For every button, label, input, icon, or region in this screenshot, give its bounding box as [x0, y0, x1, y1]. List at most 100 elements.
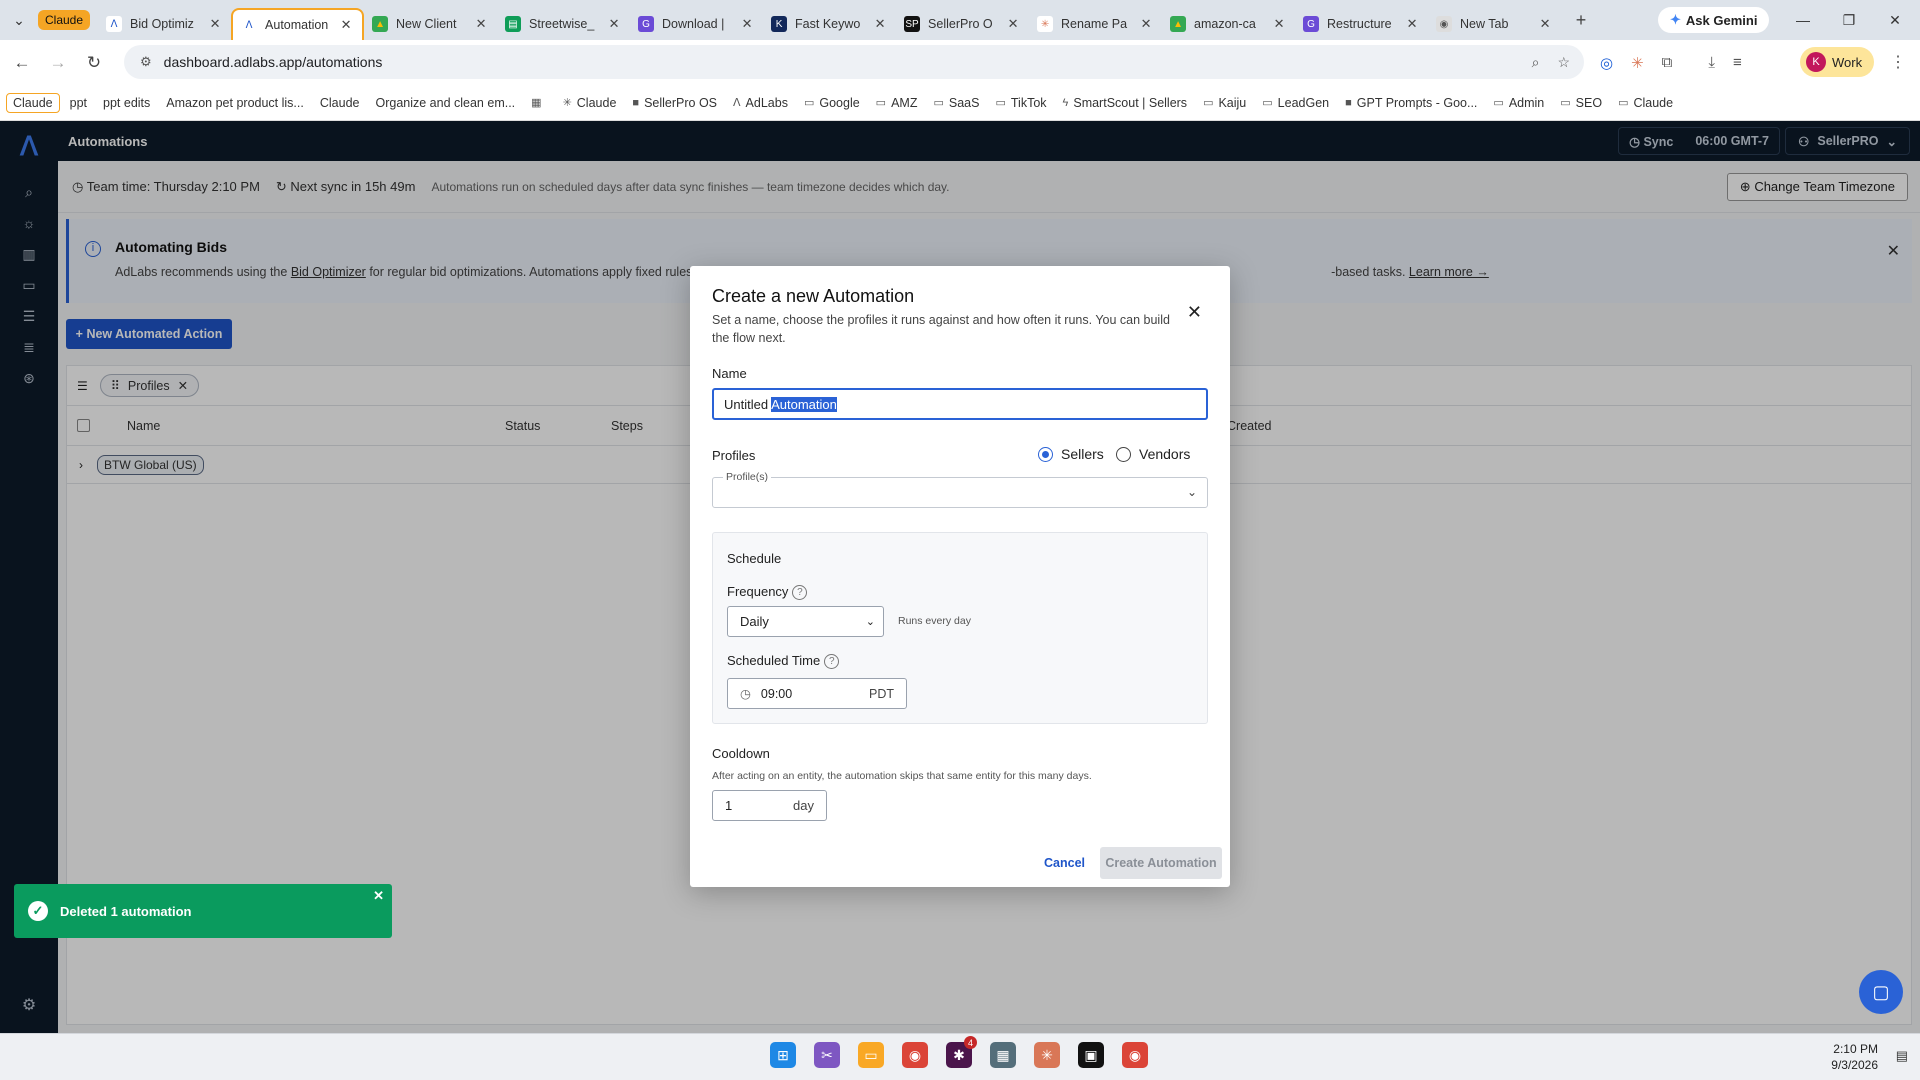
cooldown-input[interactable]: 1 day [712, 790, 827, 821]
cancel-button[interactable]: Cancel [1044, 856, 1085, 870]
slack-icon[interactable]: ✱ 4 [946, 1036, 977, 1068]
create-automation-button[interactable]: Create Automation [1100, 847, 1222, 879]
radio-vendors[interactable]: Vendors [1116, 446, 1190, 462]
bookmark-item[interactable]: ■ GPT Prompts - Goo... [1339, 93, 1483, 113]
bookmark-item[interactable]: Claude [314, 93, 366, 113]
close-tab-icon[interactable]: ✕ [473, 16, 489, 32]
close-toast-icon[interactable]: ✕ [373, 888, 384, 904]
zoom-icon[interactable]: ⌕ [1532, 54, 1540, 71]
bookmark-label: Amazon pet product lis... [166, 95, 304, 110]
calculator-icon[interactable]: ▦ [990, 1042, 1016, 1068]
close-tab-icon[interactable]: ✕ [1138, 16, 1154, 32]
close-tab-icon[interactable]: ✕ [1404, 16, 1420, 32]
bookmark-item[interactable]: ▭ LeadGen [1256, 93, 1335, 113]
capcut-icon[interactable]: ▣ [1078, 1042, 1104, 1068]
snipping-tool-icon[interactable]: ✂ [814, 1042, 840, 1068]
bookmark-item[interactable]: ▭ Kaiju [1197, 93, 1252, 113]
ask-gemini-label: Ask Gemini [1685, 12, 1758, 28]
site-info-icon[interactable]: ⚙ [140, 54, 152, 70]
chat-support-icon[interactable]: ▢ [1859, 970, 1903, 1014]
close-icon[interactable]: ✕ [1187, 302, 1202, 323]
system-clock[interactable]: 2:10 PM 9/3/2026 [1831, 1041, 1878, 1073]
tab-favicon-icon: G [638, 16, 655, 32]
bookmark-item[interactable]: Claude [6, 92, 60, 113]
browser-tab[interactable]: ᐱ Bid Optimiz ✕ [98, 8, 231, 40]
windows-start-icon[interactable]: ⊞ [770, 1042, 796, 1068]
new-tab-button[interactable]: + [1565, 10, 1597, 31]
bookmark-label: Claude [1633, 95, 1674, 110]
browser-tab[interactable]: ▲ amazon-ca ✕ [1162, 8, 1295, 40]
browser-tab[interactable]: ᐱ Automation ✕ [231, 8, 365, 40]
bookmark-item[interactable]: ▦ [525, 93, 552, 112]
frequency-select[interactable]: Daily ⌄ [727, 606, 884, 637]
restore-icon[interactable]: ❐ [1826, 12, 1872, 29]
notification-icon[interactable]: ▤ [1896, 1048, 1908, 1064]
browser-tab[interactable]: G Restructure ✕ [1295, 8, 1428, 40]
bookmark-icon: ■ [632, 96, 640, 109]
browser-tab[interactable]: ▤ Streetwise_ ✕ [497, 8, 630, 40]
close-window-icon[interactable]: ✕ [1872, 12, 1918, 29]
bookmark-label: LeadGen [1277, 95, 1330, 110]
download-icon[interactable]: ⤓ [1708, 54, 1715, 71]
browser-menu-icon[interactable]: ⋮ [1890, 52, 1906, 72]
name-input[interactable]: Untitled Automation [712, 388, 1208, 420]
profiles-select[interactable]: Profile(s) ⌄ [712, 471, 1208, 508]
bookmark-star-icon[interactable]: ☆ [1557, 54, 1570, 71]
tab-search-chevron-icon[interactable]: ⌄ [0, 0, 38, 40]
browser-tab[interactable]: ✳ Rename Pa ✕ [1029, 8, 1162, 40]
tab-group-label[interactable]: Claude [38, 10, 91, 30]
media-control-icon[interactable]: ≡ [1733, 54, 1742, 71]
close-tab-icon[interactable]: ✕ [872, 16, 888, 32]
back-icon[interactable]: ← [4, 53, 40, 73]
browser-tab[interactable]: SP SellerPro O ✕ [896, 8, 1029, 40]
help-icon[interactable]: ? [824, 654, 840, 670]
close-tab-icon[interactable]: ✕ [739, 16, 755, 32]
bookmark-label: Claude [319, 95, 360, 110]
profile-button[interactable]: K Work [1800, 47, 1875, 77]
bookmark-item[interactable]: ✳ Claude [557, 93, 623, 113]
bookmark-item[interactable]: ▭ Claude [1612, 93, 1679, 113]
ask-gemini-button[interactable]: ✦ Ask Gemini [1658, 7, 1770, 33]
bookmark-item[interactable]: ▭ Google [798, 93, 866, 113]
browser-tab[interactable]: G Download | ✕ [630, 8, 763, 40]
close-tab-icon[interactable]: ✕ [1537, 16, 1553, 32]
bookmark-item[interactable]: ϟ SmartScout | Sellers [1057, 93, 1194, 113]
help-icon[interactable]: ? [792, 585, 808, 601]
bookmark-item[interactable]: ppt [64, 93, 93, 113]
bookmark-item[interactable]: ▭ AMZ [870, 93, 924, 113]
radio-sellers[interactable]: Sellers [1038, 446, 1104, 462]
forward-icon[interactable]: → [40, 53, 76, 73]
chrome-icon[interactable]: ◉ [902, 1042, 928, 1068]
scheduled-time-input[interactable]: ◷ 09:00 PDT [727, 678, 907, 709]
reload-icon[interactable]: ↻ [76, 53, 112, 73]
claude-icon[interactable]: ✳ [1034, 1042, 1060, 1068]
radio-sellers-dot[interactable] [1038, 446, 1053, 462]
bookmark-item[interactable]: ▭ TikTok [989, 93, 1052, 113]
browser-tab[interactable]: ▲ New Client ✕ [364, 8, 497, 40]
close-tab-icon[interactable]: ✕ [338, 17, 354, 33]
file-explorer-icon[interactable]: ▭ [858, 1042, 884, 1068]
claude-extension-icon[interactable]: ✳ [1631, 54, 1644, 72]
close-tab-icon[interactable]: ✕ [1005, 16, 1021, 32]
bookmark-item[interactable]: ppt edits [97, 93, 156, 113]
close-tab-icon[interactable]: ✕ [606, 16, 622, 32]
radio-vendors-dot[interactable] [1116, 446, 1131, 462]
browser-tab[interactable]: K Fast Keywo ✕ [763, 8, 896, 40]
chrome-active-icon[interactable]: ◉ [1122, 1042, 1148, 1068]
bookmark-item[interactable]: Organize and clean em... [369, 93, 521, 113]
chevron-down-icon: ⌄ [1186, 485, 1197, 499]
bookmark-item[interactable]: ■ SellerPro OS [626, 93, 723, 113]
bookmark-item[interactable]: ᐱ AdLabs [727, 93, 794, 113]
minimize-icon[interactable]: — [1780, 12, 1826, 28]
close-tab-icon[interactable]: ✕ [1271, 16, 1287, 32]
cooldown-unit: day [793, 798, 814, 813]
browser-tab[interactable]: ◉ New Tab ✕ [1428, 8, 1561, 40]
address-bar[interactable]: ⚙ dashboard.adlabs.app/automations ⌕ ☆ [124, 45, 1584, 79]
extensions-puzzle-icon[interactable]: ⧉ [1662, 54, 1673, 71]
bookmark-item[interactable]: ▭ Admin [1487, 93, 1550, 113]
close-tab-icon[interactable]: ✕ [207, 16, 223, 32]
password-manager-icon[interactable]: ◎ [1600, 54, 1613, 72]
bookmark-item[interactable]: ▭ SEO [1554, 93, 1608, 113]
bookmark-item[interactable]: Amazon pet product lis... [160, 93, 310, 113]
bookmark-item[interactable]: ▭ SaaS [927, 93, 985, 113]
